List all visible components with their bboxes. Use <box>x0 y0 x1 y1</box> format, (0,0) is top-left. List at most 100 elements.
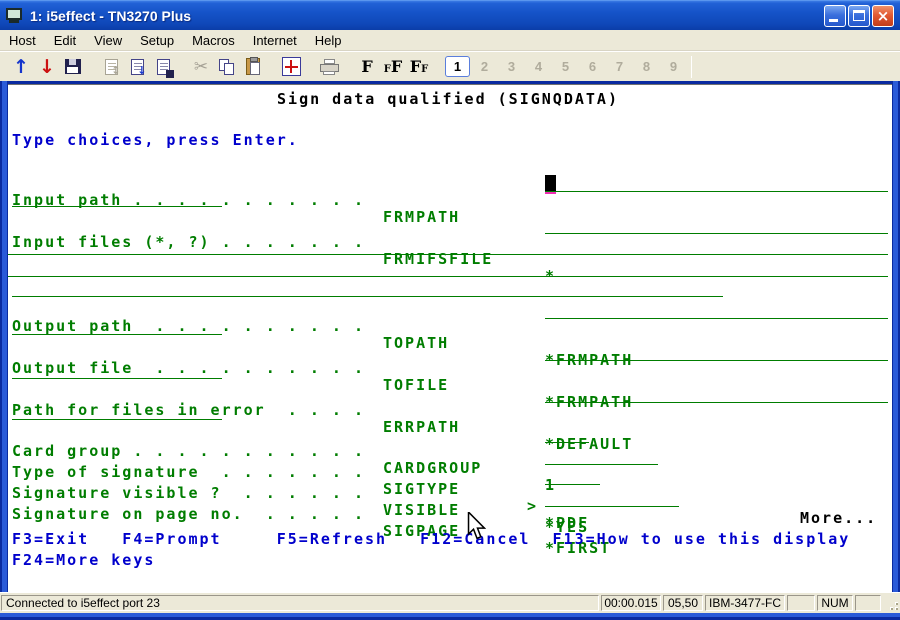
font-decrease-icon: FF <box>410 57 428 76</box>
field-label: Input files (*, ?) . . . . . . . <box>12 234 365 251</box>
toolbar: ↑ ↓ ↕ ↓ ✂ F FF FF 1 2 3 4 5 6 7 8 9 <box>0 51 900 81</box>
field-underline[interactable] <box>8 276 888 277</box>
cursor-position: 05,50 <box>663 595 703 611</box>
title-bar: 1: i5effect - TN3270 Plus × <box>0 0 900 30</box>
field-underline[interactable] <box>545 506 679 507</box>
num-lock-indicator: NUM <box>817 595 853 611</box>
paste-button[interactable] <box>240 55 266 79</box>
window-title: 1: i5effect - TN3270 Plus <box>30 8 824 24</box>
field-row-output-path: Output path . . . . . . . . . . TOPATH *… <box>8 301 888 318</box>
session-button-1[interactable]: 1 <box>445 56 470 77</box>
doc-save-icon <box>157 59 170 75</box>
field-underline[interactable] <box>12 296 723 297</box>
field-underline[interactable] <box>545 233 888 234</box>
menu-bar: Host Edit View Setup Macros Internet Hel… <box>0 30 900 51</box>
terminal-frame: Sign data qualified (SIGNQDATA) Type cho… <box>0 81 900 592</box>
field-row-sig-page: Signature on page no. . . . . . SIGPAGE … <box>8 489 888 506</box>
resize-grip[interactable] <box>882 594 900 612</box>
font-increase-icon: FF <box>384 57 402 76</box>
field-row-sig-type: Type of signature . . . . . . . SIGTYPE … <box>8 447 888 464</box>
field-underline[interactable] <box>12 334 222 335</box>
field-row-sig-visible: Signature visible ? . . . . . . VISIBLE … <box>8 468 888 485</box>
scissors-icon: ✂ <box>194 57 208 77</box>
menu-setup[interactable]: Setup <box>131 31 183 50</box>
menu-macros[interactable]: Macros <box>183 31 244 50</box>
field-row-input-path: Input path . . . . . . . . . . . FRMPATH <box>8 175 888 192</box>
menu-edit[interactable]: Edit <box>45 31 85 50</box>
menu-help[interactable]: Help <box>306 31 351 50</box>
more-indicator: More... <box>800 510 877 527</box>
download-button[interactable]: ↓ <box>34 55 60 79</box>
screen-title: Sign data qualified (SIGNQDATA) <box>8 91 888 108</box>
session-button-9: 9 <box>661 56 686 77</box>
session-button-2: 2 <box>472 56 497 77</box>
floppy-icon <box>65 59 81 74</box>
font-icon: F <box>361 57 372 76</box>
up-arrow-icon: ↑ <box>13 56 29 78</box>
field-row-input-files: Input files (*, ?) . . . . . . . FRMIFSF… <box>8 217 888 234</box>
field-underline[interactable] <box>545 484 600 485</box>
status-bar: Connected to i5effect port 23 00:00.015 … <box>0 592 900 613</box>
paste-icon <box>246 58 260 75</box>
terminal-cursor <box>545 175 556 192</box>
status-spare-2 <box>855 595 881 611</box>
terminal-screen[interactable]: Sign data qualified (SIGNQDATA) Type cho… <box>8 84 892 592</box>
minimize-button[interactable] <box>824 5 846 27</box>
cut-button: ✂ <box>188 55 214 79</box>
down-arrow-icon: ↓ <box>39 56 55 78</box>
session-button-8: 8 <box>634 56 659 77</box>
fkeys-line-1: F3=Exit F4=Prompt F5=Refresh F12=Cancel … <box>12 531 850 548</box>
center-cross-icon <box>282 57 301 76</box>
menu-view[interactable]: View <box>85 31 131 50</box>
field-underline[interactable] <box>545 360 888 361</box>
doc-down-icon: ↓ <box>131 59 144 75</box>
field-underline[interactable] <box>545 464 658 465</box>
response-time: 00:00.015 <box>601 595 661 611</box>
save-button[interactable] <box>60 55 86 79</box>
font-button[interactable]: F <box>354 55 380 79</box>
field-underline[interactable] <box>12 206 222 207</box>
close-button[interactable]: × <box>872 5 894 27</box>
field-underline[interactable] <box>12 419 222 420</box>
doc-updown-icon: ↕ <box>105 59 118 75</box>
device-type: IBM-3477-FC <box>705 595 785 611</box>
copy-button[interactable] <box>214 55 240 79</box>
cursor-tick <box>545 192 556 194</box>
session-button-3: 3 <box>499 56 524 77</box>
mouse-pointer <box>467 512 486 546</box>
save-screen-button[interactable] <box>150 55 176 79</box>
session-button-4: 4 <box>526 56 551 77</box>
maximize-button[interactable] <box>848 5 870 27</box>
field-underline[interactable] <box>545 318 888 319</box>
field-row-card-group: Card group . . . . . . . . . . . CARDGRO… <box>8 426 888 443</box>
field-label: Output file . . . . . . . . . . <box>12 360 365 377</box>
field-label: Signature on page no. . . . . . <box>12 506 365 523</box>
field-underline[interactable] <box>545 442 589 443</box>
font-decrease-button[interactable]: FF <box>406 55 432 79</box>
menu-internet[interactable]: Internet <box>244 31 306 50</box>
field-label: Path for files in error . . . . <box>12 402 365 419</box>
printer-icon <box>320 59 339 75</box>
window-bottom-edge <box>0 613 900 620</box>
upload-button[interactable]: ↑ <box>8 55 34 79</box>
app-icon <box>6 8 24 24</box>
field-underline[interactable] <box>12 378 222 379</box>
screen-instruction: Type choices, press Enter. <box>12 132 299 149</box>
menu-host[interactable]: Host <box>0 31 45 50</box>
fkeys-line-2: F24=More keys <box>12 552 155 569</box>
session-button-6: 6 <box>580 56 605 77</box>
field-underline[interactable] <box>8 254 888 255</box>
session-button-7: 7 <box>607 56 632 77</box>
field-label: Output path . . . . . . . . . . <box>12 318 365 335</box>
field-row-output-file: Output file . . . . . . . . . . TOFILE *… <box>8 343 888 360</box>
connection-status: Connected to i5effect port 23 <box>1 595 599 611</box>
center-screen-button[interactable] <box>278 55 304 79</box>
font-increase-button[interactable]: FF <box>380 55 406 79</box>
capture-screen-button[interactable]: ↓ <box>124 55 150 79</box>
session-button-5: 5 <box>553 56 578 77</box>
copy-icon <box>219 59 235 75</box>
field-row-error-path: Path for files in error . . . . ERRPATH … <box>8 385 888 402</box>
field-underline[interactable] <box>545 402 888 403</box>
print-button[interactable] <box>316 55 342 79</box>
field-underline[interactable] <box>545 191 888 192</box>
